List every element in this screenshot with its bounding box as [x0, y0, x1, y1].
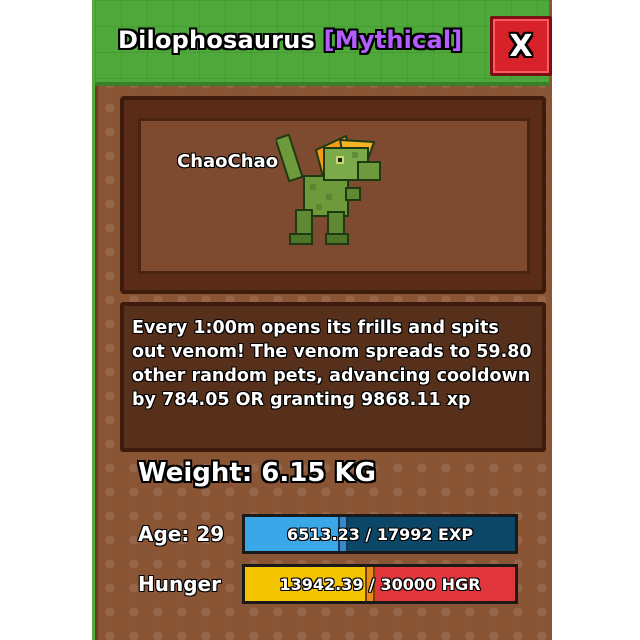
panel-title: Dilophosaurus [Mythical]: [118, 26, 462, 54]
hunger-progress-text: 13942.39 / 30000 HGR: [279, 574, 481, 594]
close-icon: X: [509, 28, 533, 64]
hunger-label: Hunger: [138, 572, 221, 596]
exp-progress-text: 6513.23 / 17992 EXP: [286, 524, 474, 544]
background-left: [0, 0, 98, 640]
pet-name: ChaoChao: [177, 151, 279, 172]
hunger-progress-bar: 13942.39 / 30000 HGR: [242, 564, 518, 604]
dilophosaurus-pet-icon: [276, 133, 381, 245]
close-button[interactable]: X: [490, 16, 552, 76]
age-label: Age: 29: [138, 522, 225, 546]
weight-label: Weight: 6.15 KG: [138, 458, 376, 488]
rarity-label: [Mythical]: [323, 26, 463, 54]
ability-description-box: Every 1:00m opens its frills and spits o…: [120, 302, 546, 452]
pet-species: Dilophosaurus: [118, 26, 315, 54]
ability-description: Every 1:00m opens its frills and spits o…: [132, 318, 532, 410]
exp-progress-bar: 6513.23 / 17992 EXP: [242, 514, 518, 554]
